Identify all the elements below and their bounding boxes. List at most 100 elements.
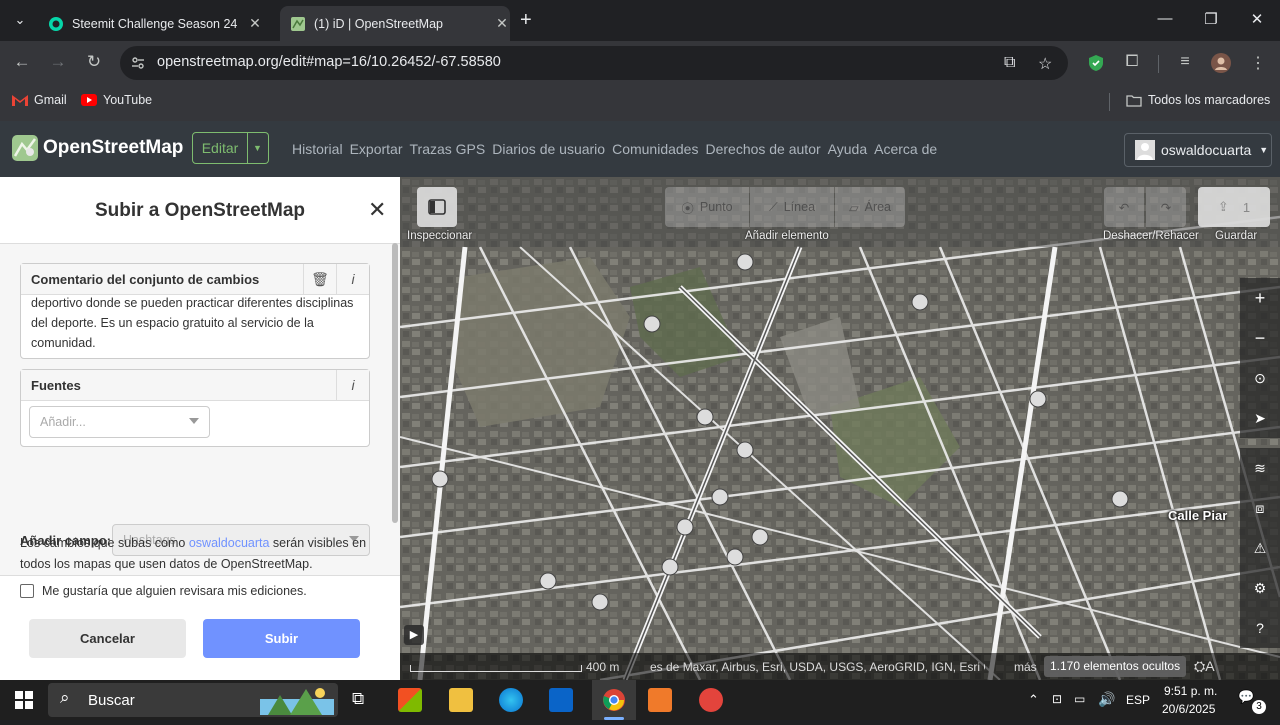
tab-steemit[interactable]: Steemit Challenge Season 24 W ✕ bbox=[38, 6, 274, 41]
osm-logo-text[interactable]: OpenStreetMap bbox=[43, 137, 183, 159]
bookmark-star-icon[interactable]: ☆ bbox=[1038, 54, 1052, 74]
outlook-icon[interactable] bbox=[549, 688, 573, 712]
issues-icon[interactable]: ⚠ bbox=[1240, 528, 1280, 568]
cancel-button[interactable]: Cancelar bbox=[29, 619, 186, 658]
clock-time[interactable]: 9:51 p. m. bbox=[1164, 684, 1217, 698]
inspect-panel-button[interactable] bbox=[417, 187, 457, 227]
sources-combo[interactable]: Añadir... bbox=[29, 406, 210, 438]
compass-icon[interactable]: ⊙ bbox=[1240, 358, 1280, 398]
nav-diarios[interactable]: Diarios de usuario bbox=[492, 141, 605, 157]
install-app-icon[interactable]: ⧉ bbox=[1004, 54, 1015, 72]
info-icon[interactable]: i bbox=[336, 264, 369, 294]
chrome-menu-icon[interactable]: ⋮ bbox=[1248, 53, 1268, 73]
task-view-icon[interactable]: ⧉ bbox=[352, 689, 364, 709]
nav-derechos[interactable]: Derechos de autor bbox=[705, 141, 820, 157]
panel-scrollbar[interactable] bbox=[392, 243, 398, 523]
comment-textarea[interactable]: deportivo donde se pueden practicar dife… bbox=[21, 293, 369, 355]
add-line-button[interactable]: ⟋ Línea bbox=[750, 187, 834, 227]
edit-button[interactable]: Editar bbox=[192, 132, 248, 164]
save-button[interactable]: ⇪ 1 bbox=[1198, 187, 1270, 227]
attribution-more[interactable]: más bbox=[1014, 660, 1037, 674]
edit-dropdown-icon[interactable]: ▼ bbox=[247, 132, 269, 164]
close-icon[interactable]: ✕ bbox=[368, 197, 386, 223]
new-tab-icon[interactable]: + bbox=[520, 10, 532, 30]
all-bookmarks[interactable]: Todos los marcadores bbox=[1126, 93, 1270, 107]
info-panels-toggle-icon[interactable]: ▶ bbox=[404, 625, 424, 645]
undo-button[interactable]: ↶ bbox=[1104, 187, 1144, 227]
redo-button[interactable]: ↷ bbox=[1146, 187, 1186, 227]
review-request-row[interactable]: Me gustaría que alguien revisara mis edi… bbox=[20, 584, 307, 598]
info-icon[interactable]: i bbox=[336, 370, 369, 400]
map-canvas[interactable]: Inspeccionar ⦿ Punto ⟋ Línea ▱ Área Añadir … bbox=[400, 177, 1280, 680]
media-control-icon[interactable]: ≡ bbox=[1175, 53, 1195, 73]
bookmark-youtube[interactable]: YouTube bbox=[81, 93, 152, 107]
extensions-icon[interactable]: ⧠ bbox=[1122, 53, 1142, 73]
tab-close-icon[interactable]: ✕ bbox=[247, 15, 263, 32]
hidden-features-badge[interactable]: 1.170 elementos ocultos bbox=[1044, 656, 1187, 677]
chevron-down-icon: ▼ bbox=[1259, 145, 1269, 155]
zoom-in-icon[interactable]: + bbox=[1240, 278, 1280, 318]
nav-historial[interactable]: Historial bbox=[292, 141, 343, 157]
toolbar-divider bbox=[1158, 55, 1159, 73]
background-layers-icon[interactable]: ≋ bbox=[1240, 448, 1280, 488]
file-explorer-icon[interactable] bbox=[449, 688, 473, 712]
user-menu-button[interactable]: oswaldocuarta ▼ bbox=[1124, 133, 1272, 167]
maximize-icon[interactable]: ❐ bbox=[1196, 10, 1226, 28]
fl-studio-icon[interactable] bbox=[648, 688, 672, 712]
bookmark-gmail[interactable]: Gmail bbox=[12, 93, 67, 107]
review-checkbox[interactable] bbox=[20, 584, 34, 598]
tab-close-icon[interactable]: ✕ bbox=[494, 15, 510, 32]
back-icon[interactable]: ← bbox=[10, 52, 34, 72]
forward-icon[interactable]: → bbox=[46, 52, 70, 72]
preferences-icon[interactable]: ⚙ bbox=[1240, 568, 1280, 608]
taskbar-search[interactable]: ⌕ Buscar bbox=[48, 683, 338, 717]
minimize-icon[interactable]: — bbox=[1150, 10, 1180, 27]
folder-icon bbox=[1126, 94, 1142, 107]
help-icon[interactable]: ? bbox=[1240, 608, 1280, 648]
add-point-button[interactable]: ⦿ Punto bbox=[665, 187, 749, 227]
reload-icon[interactable]: ↻ bbox=[82, 52, 106, 72]
sources-placeholder: Añadir... bbox=[40, 415, 86, 429]
shield-extension-icon[interactable] bbox=[1086, 53, 1106, 73]
area-icon: ▱ bbox=[848, 200, 859, 215]
windows-start-icon[interactable] bbox=[15, 691, 33, 709]
webcam-icon[interactable]: ⊡ bbox=[1052, 692, 1062, 706]
nav-comunidades[interactable]: Comunidades bbox=[612, 141, 698, 157]
address-bar[interactable]: openstreetmap.org/edit#map=16/10.26452/-… bbox=[120, 46, 1068, 80]
save-count: 1 bbox=[1242, 199, 1251, 215]
edge-icon[interactable] bbox=[499, 688, 523, 712]
nav-acerca[interactable]: Acerca de bbox=[874, 141, 937, 157]
osm-logo-icon[interactable] bbox=[11, 134, 39, 162]
add-element-label: Añadir elemento bbox=[745, 230, 829, 242]
osm-nav: Historial Exportar Trazas GPS Diarios de… bbox=[292, 141, 937, 157]
nav-ayuda[interactable]: Ayuda bbox=[828, 141, 867, 157]
wps-office-icon[interactable] bbox=[699, 688, 723, 712]
geolocate-icon[interactable]: ➤ bbox=[1240, 398, 1280, 438]
tab-openstreetmap[interactable]: (1) iD | OpenStreetMap ✕ bbox=[280, 6, 510, 41]
clock-date[interactable]: 20/6/2025 bbox=[1162, 702, 1215, 716]
chrome-taskbar-button[interactable] bbox=[592, 680, 636, 720]
profile-avatar[interactable] bbox=[1211, 53, 1231, 73]
browser-toolbar: ← → ↻ openstreetmap.org/edit#map=16/10.2… bbox=[0, 41, 1280, 85]
map-data-icon[interactable]: ⧈ bbox=[1240, 488, 1280, 528]
nav-exportar[interactable]: Exportar bbox=[350, 141, 403, 157]
panel-title: Subir a OpenStreetMap bbox=[94, 200, 306, 221]
show-hidden-icons-icon[interactable]: ⌃ bbox=[1028, 692, 1039, 708]
scale-bar bbox=[410, 665, 582, 672]
upload-button[interactable]: Subir bbox=[203, 619, 360, 658]
site-settings-icon[interactable] bbox=[130, 55, 146, 71]
network-icon[interactable]: ▭ bbox=[1074, 692, 1085, 706]
zoom-out-icon[interactable]: − bbox=[1240, 318, 1280, 358]
tab-search-button[interactable]: ⌄ bbox=[9, 9, 31, 31]
trash-icon[interactable]: 🗑 bbox=[303, 264, 336, 294]
microsoft-store-icon[interactable] bbox=[398, 688, 422, 712]
volume-icon[interactable]: 🔊 bbox=[1098, 691, 1115, 708]
language-indicator[interactable]: ESP bbox=[1126, 693, 1150, 707]
add-area-button[interactable]: ▱ Área bbox=[835, 187, 905, 227]
nav-trazas-gps[interactable]: Trazas GPS bbox=[410, 141, 486, 157]
info-user-link[interactable]: oswaldocuarta bbox=[189, 536, 270, 550]
close-window-icon[interactable]: ✕ bbox=[1242, 10, 1272, 28]
satellite-imagery bbox=[400, 177, 1280, 680]
attribution-text[interactable]: es de Maxar, Airbus, Esri, USDA, USGS, A… bbox=[650, 660, 985, 674]
keyboard-shortcuts-icon[interactable]: ⛭A bbox=[1194, 658, 1215, 675]
